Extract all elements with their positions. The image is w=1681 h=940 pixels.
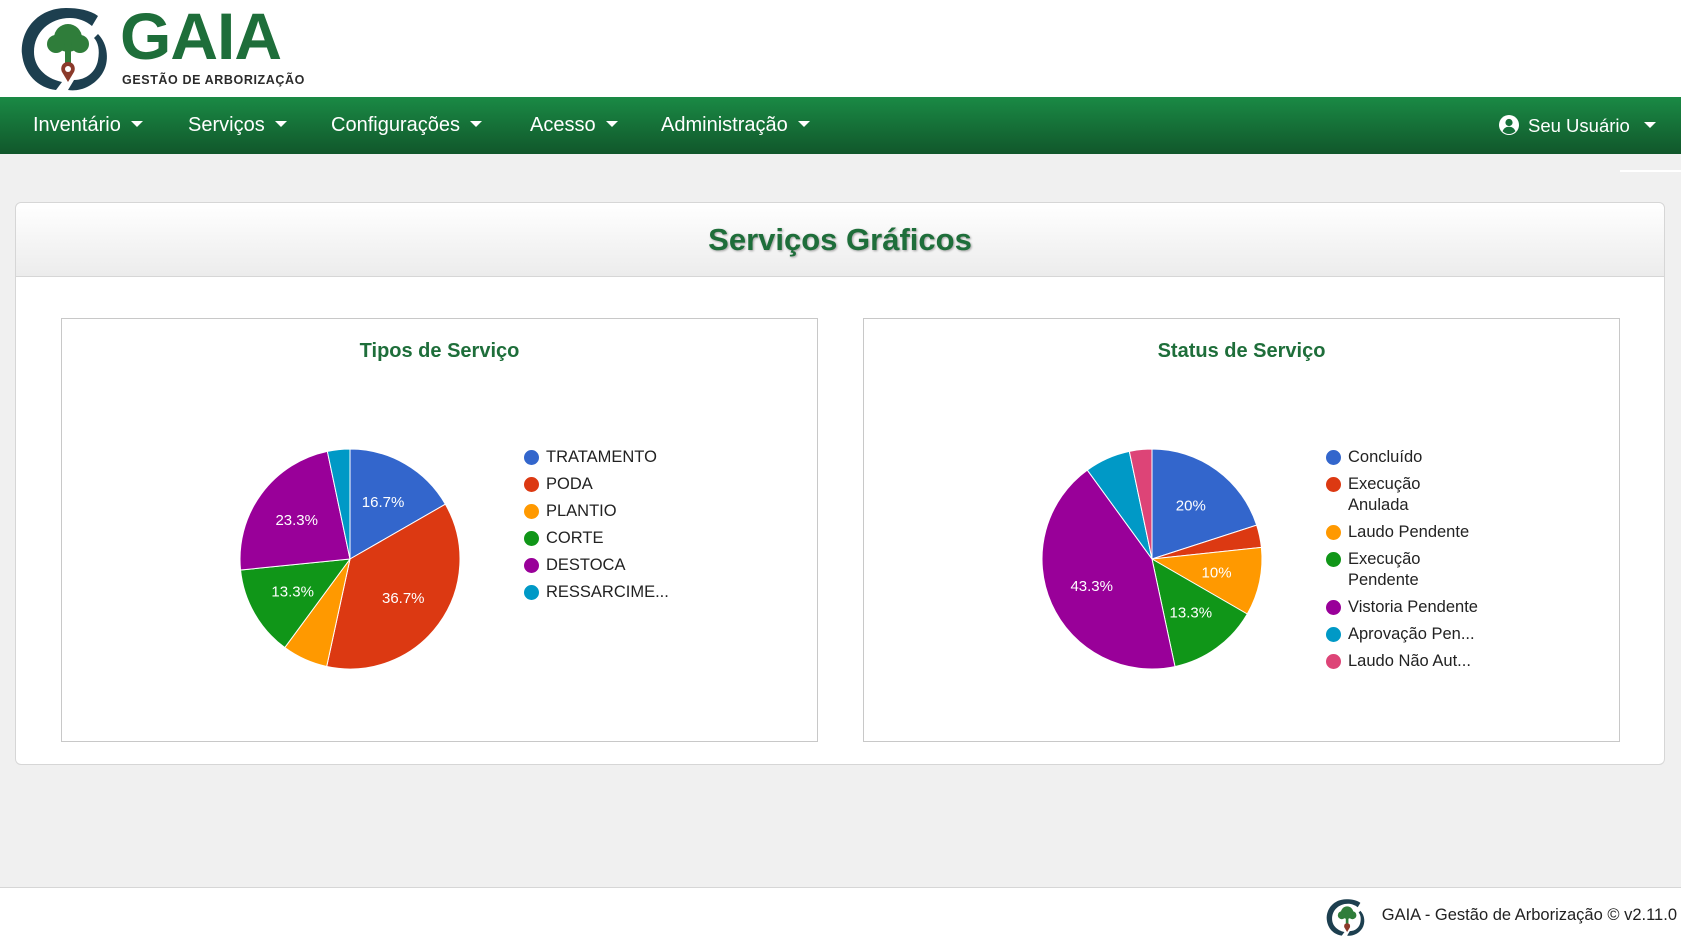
user-circle-icon — [1499, 114, 1519, 135]
gaia-footer-logo-icon — [1326, 899, 1365, 936]
nav-administracao[interactable]: Administração — [661, 97, 810, 154]
user-menu-underline — [1620, 170, 1681, 172]
caret-down-icon — [797, 120, 810, 127]
legend-swatch — [1326, 654, 1341, 669]
caret-down-icon — [1643, 121, 1656, 128]
legend-item[interactable]: PLANTIO — [524, 501, 754, 522]
legend-swatch — [1326, 552, 1341, 567]
legend-swatch — [1326, 450, 1341, 465]
footer-copyright: GAIA - Gestão de Arborização © v2.11.0 — [1381, 906, 1677, 924]
legend-item[interactable]: Vistoria Pendente — [1326, 597, 1556, 618]
page-footer: GAIA - Gestão de Arborização © v2.11.0 — [0, 887, 1681, 940]
legend-swatch — [524, 558, 539, 573]
chart-card-tipos: Tipos de Serviço 16.7% 36.7% 13.3% 23.3% TR… — [61, 318, 818, 742]
legend-swatch — [1326, 477, 1341, 492]
legend-label: Aprovação Pen... — [1348, 625, 1475, 643]
nav-user-label: Seu Usuário — [1528, 115, 1630, 136]
legend-label: DESTOCA — [546, 556, 626, 574]
caret-down-icon — [130, 120, 143, 127]
legend-item[interactable]: Aprovação Pen... — [1326, 624, 1556, 645]
legend-swatch — [524, 531, 539, 546]
pie-slice-label: 36.7% — [382, 590, 425, 607]
nav-acesso[interactable]: Acesso — [530, 97, 618, 154]
pie-slice-label: 16.7% — [362, 494, 405, 511]
legend-swatch — [524, 585, 539, 600]
legend-item[interactable]: Laudo Pendente — [1326, 522, 1556, 543]
legend-label: PLANTIO — [546, 502, 617, 520]
nav-user-menu[interactable]: Seu Usuário — [1498, 97, 1656, 154]
pie-slice-label: 23.3% — [275, 512, 318, 529]
legend-swatch — [524, 450, 539, 465]
main-navbar: Inventário Serviços Configurações Acesso… — [0, 97, 1681, 154]
nav-configuracoes-label: Configurações — [331, 114, 460, 136]
nav-inventario[interactable]: Inventário — [33, 97, 143, 154]
legend-item[interactable]: DESTOCA — [524, 555, 754, 576]
legend-label: PODA — [546, 475, 593, 493]
pie-slice-label: 43.3% — [1070, 578, 1113, 595]
page-title: Serviços Gráficos — [708, 222, 972, 257]
legend-label: Execução Pendente — [1348, 550, 1421, 589]
logo-wordmark: GAIA — [120, 0, 282, 73]
legend-swatch — [1326, 627, 1341, 642]
legend-swatch — [524, 504, 539, 519]
legend-label: Laudo Pendente — [1348, 523, 1470, 541]
caret-down-icon — [469, 120, 482, 127]
caret-down-icon — [274, 120, 287, 127]
legend-swatch — [1326, 525, 1341, 540]
legend-swatch — [524, 477, 539, 492]
legend-item[interactable]: Laudo Não Aut... — [1326, 651, 1556, 672]
panel-header: Serviços Gráficos — [16, 203, 1664, 277]
legend-item[interactable]: Execução Anulada — [1326, 474, 1456, 516]
chart-card-status: Status de Serviço 20% 10% 13.3% 43.3% Concl… — [863, 318, 1620, 742]
nav-servicos-label: Serviços — [188, 114, 265, 136]
legend-item[interactable]: Concluído — [1326, 447, 1556, 468]
legend-label: RESSARCIME... — [546, 583, 669, 601]
caret-down-icon — [605, 120, 618, 127]
logo-subtitle: GESTÃO DE ARBORIZAÇÃO — [122, 73, 305, 87]
legend-label: Laudo Não Aut... — [1348, 652, 1471, 670]
legend-item[interactable]: RESSARCIME... — [524, 582, 754, 603]
top-header: GAIA GESTÃO DE ARBORIZAÇÃO — [0, 0, 1681, 97]
gaia-logo[interactable]: GAIA GESTÃO DE ARBORIZAÇÃO — [18, 0, 318, 92]
gaia-logo-mark-icon — [21, 8, 107, 91]
chart-legend: Concluído Execução Anulada Laudo Pendent… — [1326, 447, 1556, 678]
legend-swatch — [1326, 600, 1341, 615]
pie-slice-label: 13.3% — [1170, 604, 1213, 621]
legend-label: TRATAMENTO — [546, 448, 657, 466]
legend-label: Execução Anulada — [1348, 475, 1421, 514]
nav-configuracoes[interactable]: Configurações — [331, 97, 482, 154]
legend-item[interactable]: TRATAMENTO — [524, 447, 754, 468]
pie-slice-label: 13.3% — [271, 584, 314, 601]
legend-label: Concluído — [1348, 448, 1423, 466]
nav-acesso-label: Acesso — [530, 114, 596, 136]
pie-slice-label: 10% — [1202, 565, 1232, 582]
legend-label: Vistoria Pendente — [1348, 598, 1478, 616]
chart-legend: TRATAMENTO PODA PLANTIO CORTE DESTOCA RE… — [524, 447, 754, 609]
nav-servicos[interactable]: Serviços — [188, 97, 287, 154]
nav-inventario-label: Inventário — [33, 114, 121, 136]
legend-item[interactable]: Execução Pendente — [1326, 549, 1456, 591]
legend-label: CORTE — [546, 529, 604, 547]
legend-item[interactable]: CORTE — [524, 528, 754, 549]
legend-item[interactable]: PODA — [524, 474, 754, 495]
pie-slice-label: 20% — [1176, 498, 1206, 515]
nav-administracao-label: Administração — [661, 114, 788, 136]
